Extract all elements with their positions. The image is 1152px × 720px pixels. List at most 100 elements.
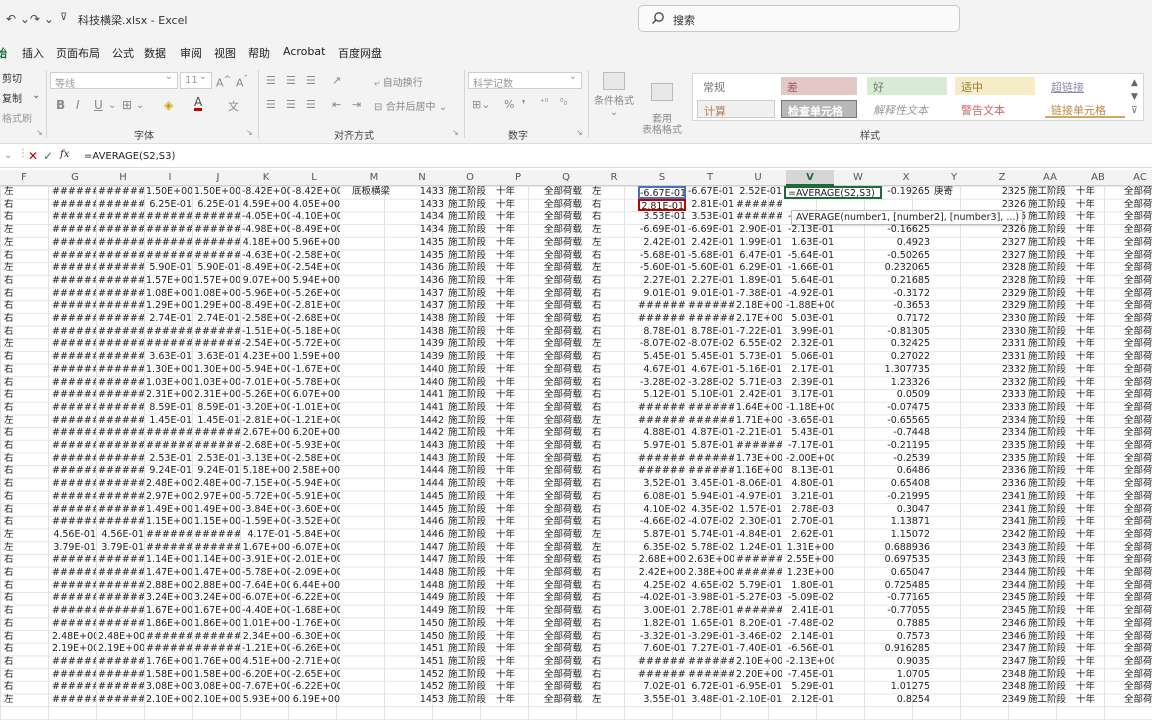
column-header-h[interactable]: H — [113, 172, 133, 183]
cell-k[interactable]: -8.49E+00 — [242, 300, 290, 313]
cell-n[interactable]: 1444 — [400, 465, 444, 478]
cell-q[interactable]: 全部荷载 — [544, 389, 590, 402]
cell-p[interactable]: 十年 — [496, 199, 522, 212]
column-header-p[interactable]: P — [508, 172, 528, 183]
cell-n[interactable]: 1452 — [400, 669, 444, 682]
cell-i[interactable]: 1.58E+00 — [146, 669, 192, 682]
cell-aa[interactable]: 施工阶段 — [1028, 250, 1074, 263]
cell-r[interactable]: 右 — [592, 580, 610, 593]
cell-t[interactable]: 5.74E-01 — [688, 529, 734, 542]
cell-z[interactable]: 2326 — [980, 224, 1026, 237]
cell-y[interactable] — [934, 389, 974, 402]
cell-o[interactable]: 施工阶段 — [448, 351, 498, 364]
column-header-n[interactable]: N — [412, 172, 432, 183]
cell-k[interactable]: -3.91E+00 — [242, 554, 290, 567]
cell-j[interactable]: ####### — [194, 211, 240, 224]
cell-u[interactable]: 2.20E+00 — [736, 669, 782, 682]
cell-k[interactable]: -2.54E+00 — [242, 338, 290, 351]
cell-p[interactable]: 十年 — [496, 491, 522, 504]
cell-s[interactable]: 4.67E-01 — [638, 364, 686, 377]
cell-i[interactable]: 5.90E-01 — [146, 262, 192, 275]
cell-r[interactable]: 右 — [592, 669, 610, 682]
cell-j[interactable]: ####### — [194, 338, 240, 351]
cell-aa[interactable]: 施工阶段 — [1028, 288, 1074, 301]
cell-g[interactable]: ####### — [52, 580, 96, 593]
cell-j[interactable]: 9.24E-01 — [194, 465, 240, 478]
cell-y[interactable] — [934, 529, 974, 542]
cell-r[interactable]: 右 — [592, 326, 610, 339]
cell-j[interactable]: 1.08E+00 — [194, 288, 240, 301]
cell-ab[interactable]: 十年 — [1076, 542, 1106, 555]
cell-l[interactable]: -1.67E+00 — [292, 364, 340, 377]
cell-z[interactable]: 2346 — [980, 631, 1026, 644]
cell-k[interactable]: -4.40E+00 — [242, 605, 290, 618]
cell-z[interactable]: 2327 — [980, 250, 1026, 263]
cell-h[interactable]: ####### — [98, 453, 144, 466]
column-header-l[interactable]: L — [304, 172, 324, 183]
cell-z[interactable]: 2343 — [980, 554, 1026, 567]
cell-p[interactable]: 十年 — [496, 250, 522, 263]
cell-g[interactable]: ####### — [52, 313, 96, 326]
cell-side[interactable]: 右 — [4, 554, 24, 567]
column-header-j[interactable]: J — [208, 172, 228, 183]
cell-r[interactable]: 右 — [592, 199, 610, 212]
cell-n[interactable]: 1435 — [400, 237, 444, 250]
cell-ac[interactable]: 全部荷 — [1124, 669, 1152, 682]
cell-ab[interactable]: 十年 — [1076, 618, 1106, 631]
cell-u[interactable]: -3.46E-02 — [736, 631, 782, 644]
cell-ab[interactable]: 十年 — [1076, 377, 1106, 390]
cell-u[interactable]: 1.16E+00 — [736, 465, 782, 478]
cell-o[interactable]: 施工阶段 — [448, 389, 498, 402]
cell-p[interactable]: 十年 — [496, 402, 522, 415]
cell-p[interactable]: 十年 — [496, 592, 522, 605]
cell-v[interactable]: 2.12E-01 — [786, 694, 834, 707]
cell-k[interactable]: -6.07E+00 — [242, 592, 290, 605]
alignment-launcher-icon[interactable]: ↘ — [452, 128, 459, 137]
cell-aa[interactable]: 施工阶段 — [1028, 554, 1074, 567]
cell-y[interactable] — [934, 250, 974, 263]
cell-l[interactable]: 6.07E+00 — [292, 389, 340, 402]
cell-side[interactable]: 右 — [4, 669, 24, 682]
cell-u[interactable]: ####### — [736, 211, 782, 224]
cell-side[interactable]: 右 — [4, 427, 24, 440]
cell-ac[interactable]: 全部荷 — [1124, 504, 1152, 517]
cell-z[interactable]: 2332 — [980, 377, 1026, 390]
cell-p[interactable]: 十年 — [496, 631, 522, 644]
cell-h[interactable]: ####### — [98, 656, 144, 669]
cell-aa[interactable]: 施工阶段 — [1028, 631, 1074, 644]
cell-v[interactable]: 3.17E-01 — [786, 389, 834, 402]
cell-y[interactable] — [934, 618, 974, 631]
cell-i[interactable]: 2.53E-01 — [146, 453, 192, 466]
cell-t[interactable]: 3.48E-01 — [688, 694, 734, 707]
cell-k[interactable]: 4.51E+00 — [242, 656, 290, 669]
phonetic-icon[interactable]: 文 — [228, 98, 239, 114]
cell-i[interactable]: 1.50E+00 — [146, 186, 192, 199]
cell-v[interactable]: -6.56E-01 — [786, 643, 834, 656]
cell-s[interactable]: 4.10E-02 — [638, 504, 686, 517]
cell-x[interactable]: 0.4923 — [882, 237, 930, 250]
cell-i[interactable]: ####### — [146, 427, 192, 440]
cell-h[interactable]: ####### — [98, 694, 144, 707]
cell-o[interactable]: 施工阶段 — [448, 377, 498, 390]
cell-aa[interactable]: 施工阶段 — [1028, 643, 1074, 656]
column-header-u[interactable]: U — [748, 172, 768, 183]
cell-o[interactable]: 施工阶段 — [448, 262, 498, 275]
cell-v[interactable]: 2.14E-01 — [786, 631, 834, 644]
cell-u[interactable]: ####### — [736, 554, 782, 567]
cell-g[interactable]: ####### — [52, 300, 96, 313]
cell-n[interactable]: 1452 — [400, 681, 444, 694]
cell-n[interactable]: 1450 — [400, 618, 444, 631]
cell-j[interactable]: 1.86E+00 — [194, 618, 240, 631]
cell-p[interactable]: 十年 — [496, 516, 522, 529]
cell-aa[interactable]: 施工阶段 — [1028, 669, 1074, 682]
cell-q[interactable]: 全部荷载 — [544, 656, 590, 669]
cell-ab[interactable]: 十年 — [1076, 338, 1106, 351]
cell-p[interactable]: 十年 — [496, 364, 522, 377]
cell-side[interactable]: 右 — [4, 351, 24, 364]
cell-i[interactable]: 2.97E+00 — [146, 491, 192, 504]
cell-q[interactable]: 全部荷载 — [544, 300, 590, 313]
cell-o[interactable]: 施工阶段 — [448, 313, 498, 326]
cell-l[interactable]: -5.94E+00 — [292, 478, 340, 491]
cell-side[interactable]: 右 — [4, 275, 24, 288]
cell-t[interactable]: 3.53E-01 — [688, 211, 734, 224]
